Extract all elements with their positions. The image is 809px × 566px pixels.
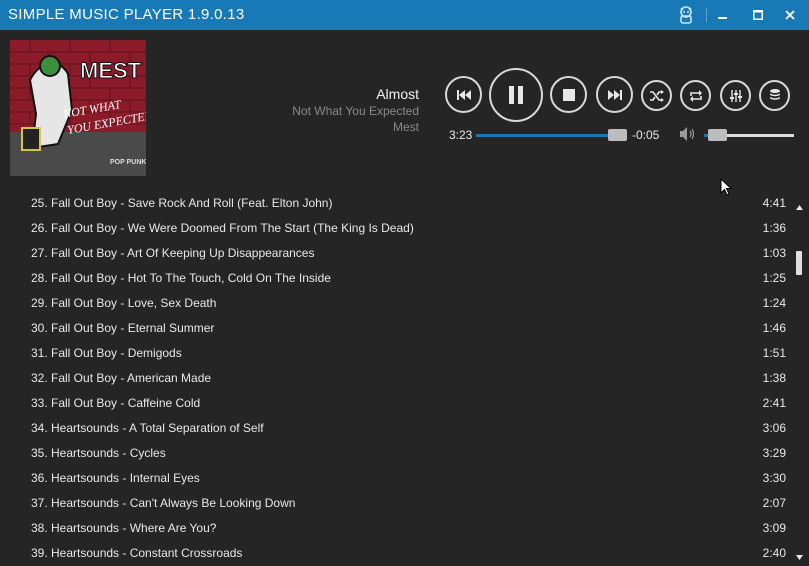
next-button[interactable]: [596, 76, 633, 113]
track-name: 27. Fall Out Boy - Art Of Keeping Up Dis…: [31, 246, 315, 260]
playlist-row[interactable]: 38. Heartsounds - Where Are You? 3:09: [0, 516, 790, 541]
track-name: 31. Fall Out Boy - Demigods: [31, 346, 182, 360]
playlist-row[interactable]: 27. Fall Out Boy - Art Of Keeping Up Dis…: [0, 241, 790, 266]
previous-button[interactable]: [445, 76, 482, 113]
minimize-button[interactable]: [708, 0, 738, 30]
pause-button[interactable]: [489, 68, 543, 122]
track-name: 35. Heartsounds - Cycles: [31, 446, 166, 460]
track-name: 30. Fall Out Boy - Eternal Summer: [31, 321, 215, 335]
track-duration: 2:41: [762, 396, 786, 410]
equalizer-button[interactable]: [720, 80, 751, 111]
album-art-band-text: MEST: [80, 58, 142, 83]
seek-thumb[interactable]: [608, 129, 627, 141]
volume-icon[interactable]: [680, 127, 697, 146]
track-duration: 4:41: [762, 196, 786, 210]
seek-fill: [476, 134, 612, 137]
playlist-row[interactable]: 32. Fall Out Boy - American Made 1:38: [0, 366, 790, 391]
track-name: 37. Heartsounds - Can't Always Be Lookin…: [31, 496, 296, 510]
now-playing-info: Almost Not What You Expected Mest: [292, 86, 419, 135]
track-duration: 2:40: [762, 546, 786, 560]
playlist-row[interactable]: 31. Fall Out Boy - Demigods 1:51: [0, 341, 790, 366]
svg-text:POP PUNK: POP PUNK: [110, 159, 146, 166]
maximize-icon: [753, 10, 763, 20]
playlist-row[interactable]: 36. Heartsounds - Internal Eyes 3:30: [0, 466, 790, 491]
volume-thumb[interactable]: [708, 129, 727, 141]
track-duration: 1:03: [762, 246, 786, 260]
track-duration: 1:38: [762, 371, 786, 385]
playlist-row[interactable]: 34. Heartsounds - A Total Separation of …: [0, 416, 790, 441]
track-name: 39. Heartsounds - Constant Crossroads: [31, 546, 243, 560]
playlist-row[interactable]: 26. Fall Out Boy - We Were Doomed From T…: [0, 216, 790, 241]
track-title: Almost: [376, 86, 419, 102]
playlist-row[interactable]: 39. Heartsounds - Constant Crossroads 2:4…: [0, 541, 790, 566]
playlist-row[interactable]: 29. Fall Out Boy - Love, Sex Death 1:24: [0, 291, 790, 316]
remaining-time: -0:05: [632, 128, 660, 142]
minimize-icon: [718, 17, 727, 19]
shuffle-icon: [649, 89, 664, 102]
track-duration: 2:07: [762, 496, 786, 510]
playlist-row[interactable]: 33. Fall Out Boy - Caffeine Cold 2:41: [0, 391, 790, 416]
stop-button[interactable]: [550, 76, 587, 113]
track-artist: Mest: [392, 120, 419, 134]
track-duration: 1:36: [762, 221, 786, 235]
track-duration: 3:09: [762, 521, 786, 535]
next-icon: [607, 89, 622, 100]
close-icon: [785, 10, 795, 20]
title-bar: SIMPLE MUSIC PLAYER 1.9.0.13: [0, 0, 809, 30]
track-duration: 1:46: [762, 321, 786, 335]
playlist-row[interactable]: 37. Heartsounds - Can't Always Be Lookin…: [0, 491, 790, 516]
album-art: MEST NOT WHAT YOU EXPECTED! POP PUNK: [10, 40, 146, 176]
track-duration: 1:25: [762, 271, 786, 285]
scroll-thumb[interactable]: [796, 251, 802, 275]
scroll-up-icon[interactable]: [796, 197, 803, 215]
track-duration: 1:51: [762, 346, 786, 360]
track-name: 26. Fall Out Boy - We Were Doomed From T…: [31, 221, 414, 235]
track-duration: 3:29: [762, 446, 786, 460]
track-duration: 3:06: [762, 421, 786, 435]
pause-icon: [509, 86, 523, 104]
track-duration: 3:30: [762, 471, 786, 485]
track-name: 29. Fall Out Boy - Love, Sex Death: [31, 296, 217, 310]
track-name: 33. Fall Out Boy - Caffeine Cold: [31, 396, 201, 410]
scroll-down-icon[interactable]: [796, 547, 803, 565]
app-title: SIMPLE MUSIC PLAYER 1.9.0.13: [8, 6, 245, 23]
track-name: 28. Fall Out Boy - Hot To The Touch, Col…: [31, 271, 331, 285]
track-album: Not What You Expected: [292, 104, 419, 118]
track-name: 34. Heartsounds - A Total Separation of …: [31, 421, 264, 435]
playlist-row[interactable]: 30. Fall Out Boy - Eternal Summer 1:46: [0, 316, 790, 341]
track-duration: 1:24: [762, 296, 786, 310]
mascot-icon[interactable]: [671, 0, 701, 30]
library-button[interactable]: [759, 80, 790, 111]
repeat-button[interactable]: [680, 80, 711, 111]
titlebar-divider: [706, 8, 707, 22]
stop-icon: [562, 88, 575, 101]
maximize-button[interactable]: [743, 0, 773, 30]
previous-icon: [456, 89, 471, 100]
shuffle-button[interactable]: [641, 80, 672, 111]
track-name: 32. Fall Out Boy - American Made: [31, 371, 212, 385]
playlist-scrollbar[interactable]: [791, 191, 809, 564]
track-name: 38. Heartsounds - Where Are You?: [31, 521, 217, 535]
close-button[interactable]: [775, 0, 805, 30]
track-name: 25. Fall Out Boy - Save Rock And Roll (F…: [31, 196, 333, 210]
library-icon: [769, 89, 780, 100]
playlist-row[interactable]: 35. Heartsounds - Cycles 3:29: [0, 441, 790, 466]
elapsed-time: 3:23: [449, 128, 473, 142]
repeat-icon: [689, 89, 702, 102]
playlist-row[interactable]: 25. Fall Out Boy - Save Rock And Roll (F…: [0, 191, 790, 216]
equalizer-icon: [729, 89, 742, 102]
track-name: 36. Heartsounds - Internal Eyes: [31, 471, 200, 485]
playlist-row[interactable]: 28. Fall Out Boy - Hot To The Touch, Col…: [0, 266, 790, 291]
